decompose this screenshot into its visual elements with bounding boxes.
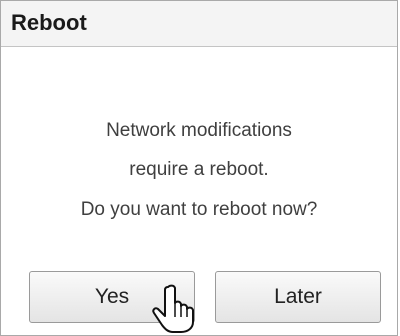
dialog-message-line-3: Do you want to reboot now?	[80, 199, 318, 220]
dialog-title: Reboot	[11, 10, 87, 35]
reboot-dialog: Reboot Network modifications require a r…	[0, 0, 398, 336]
dialog-titlebar: Reboot	[1, 1, 397, 47]
later-button[interactable]: Later	[215, 271, 381, 323]
hand-pointer-icon	[152, 284, 194, 333]
dialog-message-line-1: Network modifications	[106, 120, 292, 141]
dialog-message-line-2: require a reboot.	[129, 159, 269, 180]
